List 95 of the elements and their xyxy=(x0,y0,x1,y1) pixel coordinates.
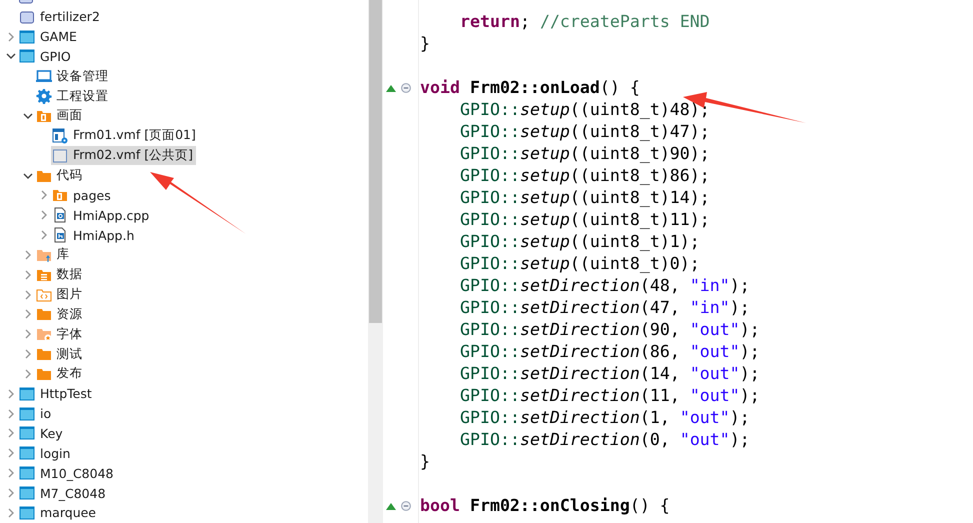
tree-item[interactable]: HmiApp.h xyxy=(51,226,138,245)
chevron-right-icon[interactable] xyxy=(39,210,49,220)
folder-star-icon xyxy=(36,326,52,342)
chevron-right-icon[interactable] xyxy=(6,388,16,399)
chevron-right-icon[interactable] xyxy=(6,428,16,438)
tree-item[interactable]: fertilizer2 xyxy=(18,7,103,26)
tree-item[interactable]: M7_C8048 xyxy=(18,484,109,503)
tree-item[interactable]: 画面 xyxy=(34,106,86,126)
tree-item[interactable]: HmiApp.cpp xyxy=(51,206,152,225)
code-folder-icon xyxy=(36,286,52,303)
collapse-icon[interactable] xyxy=(401,501,411,511)
tree-item[interactable]: M10_C8048 xyxy=(18,464,116,483)
code-line: } xyxy=(419,451,430,473)
code-line: GPIO::setDirection(1, "out"); xyxy=(459,407,750,429)
code-line: GPIO::setDirection(11, "out"); xyxy=(459,385,760,407)
tree-item[interactable]: login xyxy=(18,444,74,463)
override-triangle-icon xyxy=(386,502,396,510)
tree-item[interactable]: GPIO xyxy=(18,46,74,66)
chevron-right-icon[interactable] xyxy=(22,349,32,360)
chevron-right-icon[interactable] xyxy=(22,329,32,340)
code-line: GPIO::setDirection(14, "out"); xyxy=(459,363,760,385)
project-icon xyxy=(19,445,35,462)
tree-item[interactable]: 代码 xyxy=(34,166,86,186)
chevron-down-icon[interactable] xyxy=(6,51,16,62)
blank-form-icon xyxy=(52,148,68,164)
scrollbar[interactable] xyxy=(368,0,383,523)
code-line: void Frm02::onLoad() { xyxy=(419,77,640,99)
folder-icon xyxy=(52,187,68,204)
code-line: GPIO::setup((uint8_t)11); xyxy=(459,209,710,231)
code-line: GPIO::setDirection(0, "out"); xyxy=(459,429,750,451)
project-icon xyxy=(19,386,35,402)
folder-icon xyxy=(19,8,35,25)
gear-icon xyxy=(36,88,52,104)
chevron-right-icon[interactable] xyxy=(22,290,32,300)
tree-item[interactable]: Frm02.vmf [公共页] xyxy=(51,146,196,166)
folder-icon xyxy=(36,306,52,322)
code-line: GPIO::setup((uint8_t)86); xyxy=(459,165,710,187)
code-line: GPIO::setup((uint8_t)14); xyxy=(459,187,710,209)
c-file-icon xyxy=(52,207,68,224)
project-icon xyxy=(19,485,35,502)
chevron-right-icon[interactable] xyxy=(6,408,16,419)
tree-item[interactable]: 字体 xyxy=(34,324,86,344)
chevron-down-icon[interactable] xyxy=(22,170,32,181)
tree-item[interactable]: 发布 xyxy=(34,364,86,384)
chevron-right-icon[interactable] xyxy=(22,270,32,280)
tree-item[interactable]: marquee xyxy=(18,503,99,522)
chevron-right-icon[interactable] xyxy=(22,250,32,260)
project-icon xyxy=(19,406,35,422)
tree-item[interactable]: 数据 xyxy=(34,265,86,284)
project-icon xyxy=(19,465,35,482)
folder-icon xyxy=(36,346,52,362)
chevron-right-icon[interactable] xyxy=(6,32,16,42)
chevron-right-icon[interactable] xyxy=(6,468,16,478)
scrollbar-thumb[interactable] xyxy=(369,0,382,323)
tree-item[interactable]: 设备管理 xyxy=(34,66,112,86)
chevron-right-icon[interactable] xyxy=(39,190,49,200)
code-line: bool Frm02::onClosing() { xyxy=(419,495,670,517)
override-triangle-icon xyxy=(386,84,396,92)
tree-item[interactable]: GAME xyxy=(18,27,80,46)
h-file-icon xyxy=(52,227,68,244)
tree-item[interactable]: 测试 xyxy=(34,344,86,364)
code-line: GPIO::setDirection(86, "out"); xyxy=(459,341,760,363)
chevron-down-icon[interactable] xyxy=(22,110,32,121)
code-line: GPIO::setup((uint8_t)48); xyxy=(459,99,710,121)
chevron-right-icon[interactable] xyxy=(6,448,16,458)
chevron-right-icon[interactable] xyxy=(39,230,49,240)
code-line: GPIO::setup((uint8_t)1); xyxy=(459,231,700,253)
chevron-right-icon[interactable] xyxy=(22,309,32,320)
project-icon xyxy=(19,425,35,442)
tree-item[interactable]: pages xyxy=(51,186,114,205)
tree-item[interactable]: io xyxy=(18,404,54,424)
tree-item[interactable]: Key xyxy=(18,424,66,443)
tree-item[interactable]: HttpTest xyxy=(18,384,95,404)
project-icon xyxy=(19,48,35,64)
tree-item[interactable]: 库 xyxy=(34,245,72,264)
chevron-right-icon[interactable] xyxy=(6,488,16,498)
code-line: GPIO::setup((uint8_t)47); xyxy=(459,121,710,143)
form-gear-icon xyxy=(52,128,68,144)
tree-item[interactable]: 资源 xyxy=(34,304,86,324)
code-line: GPIO::setDirection(48, "in"); xyxy=(459,275,750,297)
chevron-right-icon[interactable] xyxy=(6,508,16,518)
code-line: GPIO::setDirection(47, "in"); xyxy=(459,297,750,319)
code-line: GPIO::setup((uint8_t)0); xyxy=(459,253,700,275)
chevron-right-icon[interactable] xyxy=(22,368,32,379)
code-line: } xyxy=(419,33,430,55)
code-line: GPIO::setDirection(90, "out"); xyxy=(459,319,760,341)
monitor-icon xyxy=(36,68,52,84)
tree-item[interactable]: Frm01.vmf [页面01] xyxy=(51,126,199,146)
code-line: GPIO::setup((uint8_t)90); xyxy=(459,143,710,165)
collapse-icon[interactable] xyxy=(401,83,411,93)
tree-item[interactable]: 工程设置 xyxy=(34,86,112,106)
project-icon xyxy=(19,28,35,45)
project-icon xyxy=(19,504,35,521)
tree-item[interactable]: 图片 xyxy=(34,285,86,304)
code-line: return; //createParts END xyxy=(459,11,710,33)
